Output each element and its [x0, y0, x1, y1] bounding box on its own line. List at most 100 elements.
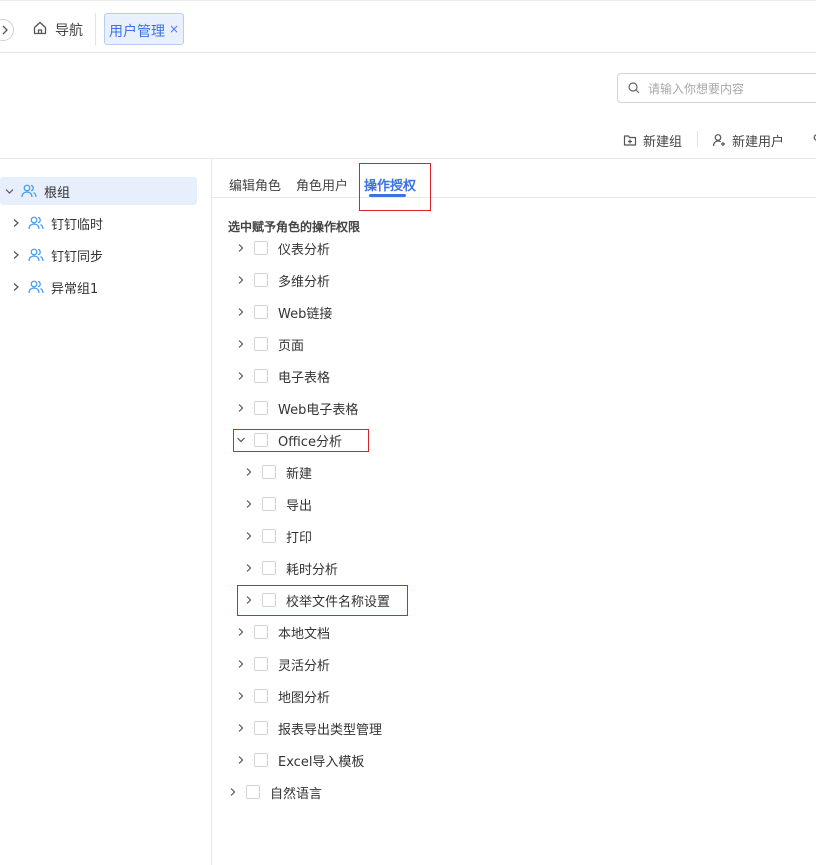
highlight-box	[359, 163, 431, 211]
permission-label: Web电子表格	[278, 402, 359, 418]
tab-edit-role[interactable]: 编辑角色	[229, 175, 281, 194]
chevron-right-icon[interactable]	[236, 403, 246, 413]
chevron-right-icon[interactable]	[244, 467, 254, 477]
permission-item: 导出	[244, 494, 312, 514]
chevron-down-icon[interactable]	[5, 187, 14, 196]
permission-label: 灵活分析	[278, 658, 331, 674]
permission-item: 电子表格	[236, 366, 330, 386]
new-user-button[interactable]: 新建用户	[712, 130, 784, 150]
chevron-right-icon[interactable]	[236, 275, 246, 285]
new-group-button[interactable]: 新建组	[623, 130, 682, 150]
permission-item: 多维分析	[236, 270, 330, 290]
chevron-right-icon[interactable]	[236, 659, 246, 669]
permissions-title: 选中赋予角色的操作权限	[228, 220, 361, 234]
permission-label: 打印	[286, 530, 313, 546]
tree-node[interactable]: 钉钉同步	[12, 241, 103, 269]
search-box	[617, 73, 816, 103]
permission-checkbox[interactable]	[254, 305, 268, 319]
chevron-right-icon[interactable]	[236, 723, 246, 733]
tree-node-label: 异常组1	[51, 281, 99, 297]
tree-node-label: 根组	[44, 185, 71, 201]
permission-checkbox[interactable]	[254, 241, 268, 255]
highlight-box	[233, 429, 369, 452]
search-icon	[628, 82, 640, 94]
permission-checkbox[interactable]	[254, 401, 268, 415]
permission-label: 自然语言	[270, 786, 323, 802]
permission-label: 新建	[286, 466, 313, 482]
permission-item: 仪表分析	[236, 238, 330, 258]
permission-label: Web链接	[278, 306, 333, 322]
chevron-right-icon[interactable]	[244, 531, 254, 541]
permission-label: 地图分析	[278, 690, 331, 706]
permission-item: 地图分析	[236, 686, 330, 706]
permission-item: 本地文档	[236, 622, 330, 642]
tree-node[interactable]: 异常组1	[12, 273, 98, 301]
nav-tab[interactable]: 导航	[55, 20, 83, 40]
divider	[211, 158, 212, 865]
new-group-label: 新建组	[643, 134, 683, 150]
close-icon[interactable]: ×	[169, 22, 179, 36]
tree-node-label: 钉钉临时	[51, 217, 104, 233]
user-icon	[813, 134, 816, 141]
permission-label: 本地文档	[278, 626, 331, 642]
permission-label: 页面	[278, 338, 305, 354]
tab-user-management[interactable]: 用户管理 ×	[104, 13, 184, 45]
permission-label: Excel导入模板	[278, 754, 365, 770]
permission-item: 打印	[244, 526, 312, 546]
permission-checkbox[interactable]	[262, 497, 276, 511]
permission-checkbox[interactable]	[254, 337, 268, 351]
chevron-right-icon[interactable]	[236, 691, 246, 701]
chevron-right-icon[interactable]	[236, 339, 246, 349]
permission-item: Web电子表格	[236, 398, 358, 418]
home-icon	[33, 21, 47, 35]
chevron-right-icon[interactable]	[12, 282, 20, 292]
users-icon	[28, 248, 44, 262]
permission-checkbox[interactable]	[246, 785, 260, 799]
permission-item: Web链接	[236, 302, 332, 322]
users-icon	[21, 184, 37, 198]
tab-role-users[interactable]: 角色用户	[296, 175, 348, 194]
permission-checkbox[interactable]	[254, 689, 268, 703]
permission-item: 新建	[244, 462, 312, 482]
chevron-right-icon[interactable]	[236, 371, 246, 381]
permission-label: 电子表格	[278, 370, 331, 386]
permission-checkbox[interactable]	[262, 529, 276, 543]
permission-item: 自然语言	[228, 782, 322, 802]
permission-label: 耗时分析	[286, 562, 339, 578]
permission-item: 报表导出类型管理	[236, 718, 382, 738]
permission-label: 报表导出类型管理	[278, 722, 383, 738]
permission-checkbox[interactable]	[254, 273, 268, 287]
chevron-right-icon[interactable]	[236, 627, 246, 637]
permission-label: 多维分析	[278, 274, 331, 290]
chevron-right-icon[interactable]	[12, 250, 20, 260]
add-user-icon	[712, 134, 725, 147]
chevron-right-icon[interactable]	[236, 755, 246, 765]
chevron-right-icon[interactable]	[236, 307, 246, 317]
search-input[interactable]	[646, 79, 816, 99]
role-tabs: 编辑角色 角色用户 操作授权	[212, 158, 816, 198]
chevron-right-icon[interactable]	[244, 563, 254, 573]
divider	[697, 131, 698, 147]
chevron-right-icon[interactable]	[228, 787, 238, 797]
users-icon	[28, 216, 44, 230]
chevron-right-icon[interactable]	[244, 499, 254, 509]
permission-label: 仪表分析	[278, 242, 331, 258]
chevron-right-icon[interactable]	[12, 218, 20, 228]
tree-node[interactable]: 钉钉临时	[12, 209, 103, 237]
permission-item: 灵活分析	[236, 654, 330, 674]
permission-checkbox[interactable]	[254, 753, 268, 767]
permission-item: 耗时分析	[244, 558, 338, 578]
permission-checkbox[interactable]	[254, 657, 268, 671]
permission-label: 导出	[286, 498, 313, 514]
permission-checkbox[interactable]	[254, 369, 268, 383]
chevron-right-icon[interactable]	[236, 243, 246, 253]
permission-checkbox[interactable]	[262, 465, 276, 479]
permission-checkbox[interactable]	[254, 625, 268, 639]
permission-checkbox[interactable]	[254, 721, 268, 735]
highlight-box	[237, 585, 408, 616]
permission-item: Excel导入模板	[236, 750, 364, 770]
permission-checkbox[interactable]	[262, 561, 276, 575]
tree-node-root[interactable]: 根组	[0, 177, 197, 205]
more-button-partial[interactable]	[811, 130, 816, 150]
divider	[95, 13, 96, 45]
